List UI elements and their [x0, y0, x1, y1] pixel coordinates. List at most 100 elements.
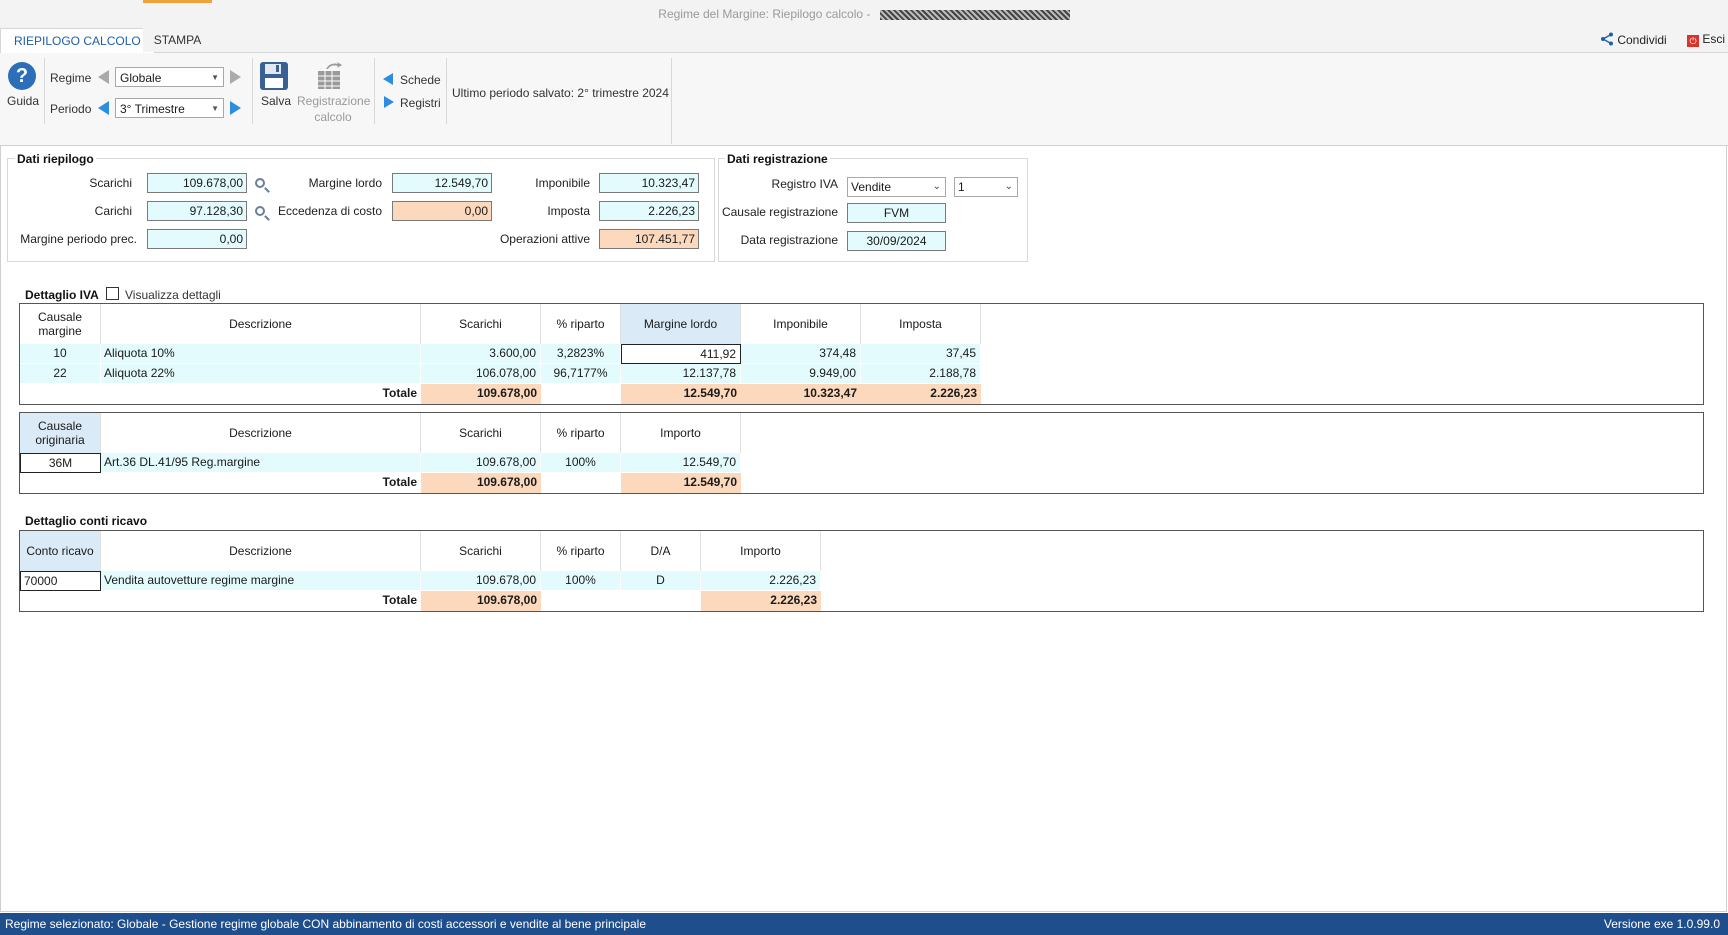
header-da[interactable]: D/A: [621, 531, 701, 571]
header-conto-ricavo[interactable]: Conto ricavo: [20, 531, 101, 571]
header-importo[interactable]: Importo: [701, 531, 821, 571]
periodo-next-icon[interactable]: [230, 101, 241, 115]
data-field[interactable]: 30/09/2024: [847, 231, 946, 251]
total-scarichi: 109.678,00: [421, 473, 541, 493]
register-grid-icon: [318, 62, 342, 89]
header-riparto[interactable]: % riparto: [541, 413, 621, 453]
carichi-field[interactable]: 97.128,30: [147, 201, 247, 221]
operazioni-field[interactable]: 107.451,77: [599, 229, 699, 249]
chevron-down-icon: ⌄: [1004, 181, 1013, 192]
header-scarichi[interactable]: Scarichi: [421, 531, 541, 571]
table-row-cell-descrizione[interactable]: Aliquota 10%: [101, 344, 421, 364]
table-row-cell-scarichi[interactable]: 109.678,00: [421, 453, 541, 473]
margine-prec-label: Margine periodo prec.: [20, 232, 137, 246]
causale-field[interactable]: FVM: [847, 203, 946, 223]
redacted-name: [879, 9, 1070, 20]
table-row-cell-conto-selected[interactable]: 70000: [20, 571, 101, 591]
header-scarichi[interactable]: Scarichi: [421, 304, 541, 344]
imponibile-field[interactable]: 10.323,47: [599, 173, 699, 193]
registri-icon: [384, 96, 394, 108]
header-imponibile[interactable]: Imponibile: [741, 304, 861, 344]
table-row-cell-scarichi[interactable]: 106.078,00: [421, 364, 541, 384]
conti-ricavo-title: Dettaglio conti ricavo: [25, 514, 148, 528]
header-descrizione[interactable]: Descrizione: [101, 304, 421, 344]
registro-number-select[interactable]: 1 ⌄: [954, 177, 1018, 197]
save-button[interactable]: [259, 61, 289, 94]
registration-button[interactable]: [316, 61, 348, 94]
header-scarichi[interactable]: Scarichi: [421, 413, 541, 453]
table-row-cell-descrizione[interactable]: Vendita autovetture regime margine: [101, 571, 421, 591]
table-row-cell-riparto[interactable]: 3,2823%: [541, 344, 621, 364]
table-row-cell-imposta[interactable]: 2.188,78: [861, 364, 981, 384]
table-row-cell-imponibile[interactable]: 374,48: [741, 344, 861, 364]
header-importo[interactable]: Importo: [621, 413, 741, 453]
guide-button[interactable]: ?: [8, 62, 38, 90]
table-row-cell-margine-selected[interactable]: 411,92: [621, 344, 741, 364]
table-row-cell-riparto[interactable]: 100%: [541, 571, 621, 591]
registro-select[interactable]: Vendite ⌄: [847, 177, 946, 197]
search-icon[interactable]: [255, 178, 265, 188]
table-row-cell-imposta[interactable]: 37,45: [861, 344, 981, 364]
total-label: Totale: [382, 475, 417, 489]
tab-stampa[interactable]: STAMPA: [143, 28, 212, 52]
header-imposta[interactable]: Imposta: [861, 304, 981, 344]
table-row-cell-descrizione[interactable]: Aliquota 22%: [101, 364, 421, 384]
scarichi-label: Scarichi: [89, 176, 132, 190]
table-row-cell-margine[interactable]: 12.137,78: [621, 364, 741, 384]
table-row-cell-scarichi[interactable]: 109.678,00: [421, 571, 541, 591]
table-row-cell-importo[interactable]: 2.226,23: [701, 571, 821, 591]
margine-prec-field[interactable]: 0,00: [147, 229, 247, 249]
header-riparto[interactable]: % riparto: [541, 304, 621, 344]
periodo-value: 3° Trimestre: [120, 102, 185, 116]
share-label: Condividi: [1617, 33, 1667, 47]
table-row-cell-descrizione[interactable]: Art.36 DL.41/95 Reg.margine: [101, 453, 421, 473]
periodo-select[interactable]: 3° Trimestre ▼: [115, 98, 224, 118]
registration-label-1: Registrazione: [297, 94, 371, 108]
regime-next-icon[interactable]: [230, 70, 241, 84]
table-row-cell-scarichi[interactable]: 3.600,00: [421, 344, 541, 364]
regime-prev-icon[interactable]: [98, 70, 109, 84]
imposta-field[interactable]: 2.226,23: [599, 201, 699, 221]
scarichi-field[interactable]: 109.678,00: [147, 173, 247, 193]
version-text: Versione exe 1.0.99.0: [1603, 917, 1720, 931]
header-descrizione[interactable]: Descrizione: [101, 413, 421, 453]
registri-button[interactable]: Registri: [400, 96, 441, 110]
eccedenza-field[interactable]: 0,00: [392, 201, 492, 221]
table-row-cell-riparto[interactable]: 100%: [541, 453, 621, 473]
status-bar: Regime selezionato: Globale - Gestione r…: [0, 913, 1728, 935]
regime-select[interactable]: Globale ▼: [115, 67, 224, 87]
table-row-cell-causale[interactable]: 22: [20, 364, 101, 384]
exit-button[interactable]: ⏻ Esci: [1687, 32, 1725, 47]
causale-originaria-grid: Causale originaria Descrizione Scarichi …: [19, 412, 1704, 494]
guide-label: Guida: [7, 94, 40, 108]
floppy-disk-icon: [260, 62, 288, 90]
operazioni-label: Operazioni attive: [499, 232, 590, 246]
schede-button[interactable]: Schede: [400, 73, 441, 87]
imponibile-label: Imponibile: [535, 176, 590, 190]
share-button[interactable]: Condividi: [1600, 32, 1667, 47]
dettaglio-iva-title: Dettaglio IVA: [25, 288, 99, 302]
margine-lordo-field[interactable]: 12.549,70: [392, 173, 492, 193]
header-margine-lordo[interactable]: Margine lordo: [621, 304, 741, 344]
help-icon: ?: [8, 62, 36, 90]
table-row-cell-causale[interactable]: 10: [20, 344, 101, 364]
table-row-cell-da[interactable]: D: [621, 571, 701, 591]
periodo-prev-icon[interactable]: [98, 101, 109, 115]
header-causale-margine[interactable]: Causale margine: [20, 304, 101, 344]
last-period-text: Ultimo periodo salvato: 2° trimestre 202…: [452, 86, 669, 100]
header-causale-originaria[interactable]: Causale originaria: [20, 413, 101, 453]
visualizza-dettagli-label: Visualizza dettagli: [125, 288, 221, 302]
table-row-cell-imponibile[interactable]: 9.949,00: [741, 364, 861, 384]
header-descrizione[interactable]: Descrizione: [101, 531, 421, 571]
total-label: Totale: [382, 593, 417, 607]
registro-value: Vendite: [851, 180, 892, 194]
table-row-cell-riparto[interactable]: 96,7177%: [541, 364, 621, 384]
total-scarichi: 109.678,00: [421, 384, 541, 404]
header-riparto[interactable]: % riparto: [541, 531, 621, 571]
table-row-cell-causale-selected[interactable]: 36M: [20, 453, 101, 473]
table-row-cell-importo[interactable]: 12.549,70: [621, 453, 741, 473]
window-title-text: Regime del Margine: Riepilogo calcolo -: [658, 7, 874, 21]
tab-riepilogo-calcolo[interactable]: RIEPILOGO CALCOLO: [0, 28, 155, 54]
chevron-down-icon: ▼: [211, 104, 219, 113]
visualizza-dettagli-checkbox[interactable]: [106, 287, 119, 300]
